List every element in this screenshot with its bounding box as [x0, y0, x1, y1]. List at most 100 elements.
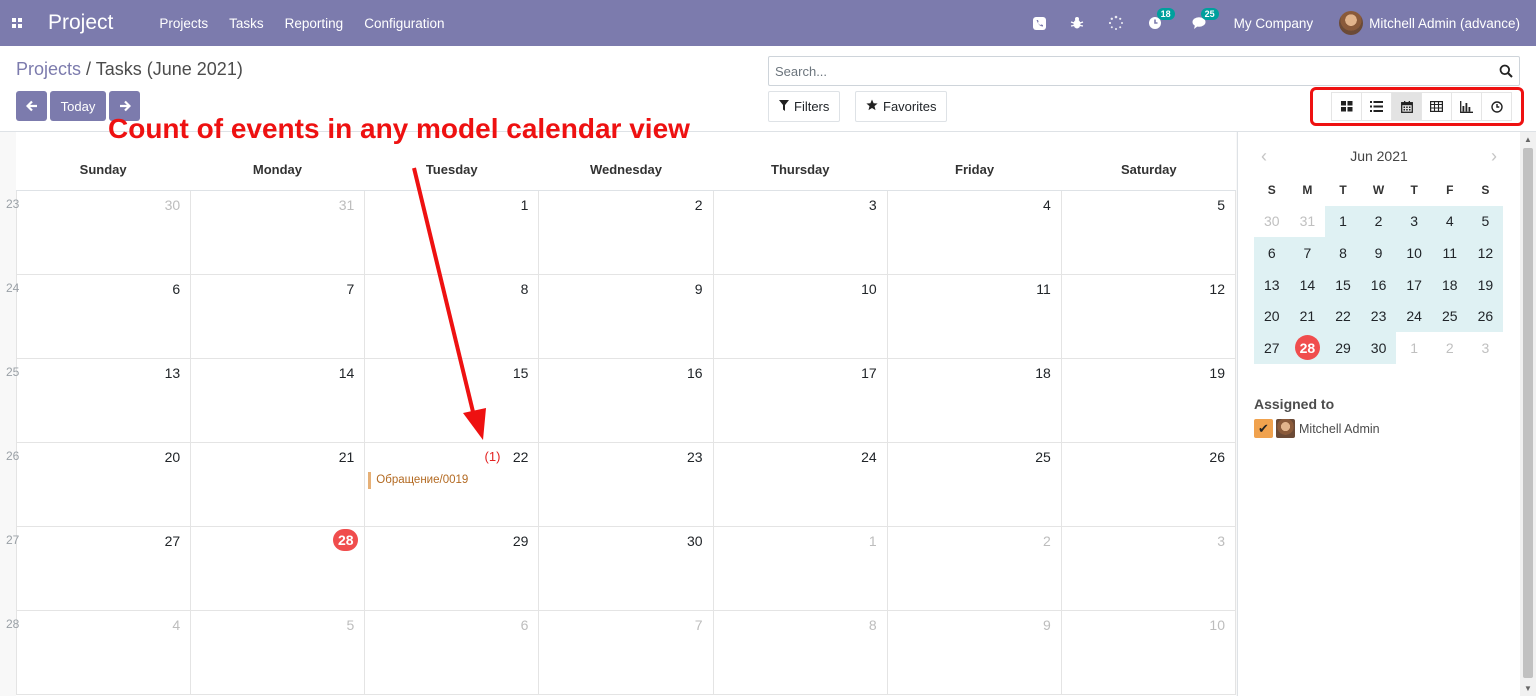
- calendar-event[interactable]: Обращение/0019: [368, 472, 468, 489]
- kanban-view-button[interactable]: [1331, 92, 1362, 121]
- mini-day[interactable]: 9: [1360, 237, 1397, 269]
- mini-day[interactable]: 19: [1467, 268, 1504, 301]
- mini-day[interactable]: 25: [1431, 300, 1468, 332]
- mini-day[interactable]: 16: [1360, 268, 1397, 301]
- mini-day[interactable]: 10: [1396, 237, 1432, 269]
- mini-day[interactable]: 14: [1289, 268, 1326, 301]
- calendar-day-cell[interactable]: 3: [714, 191, 888, 274]
- mini-day[interactable]: 2: [1360, 205, 1397, 238]
- mini-day[interactable]: 4: [1431, 205, 1468, 238]
- today-button[interactable]: Today: [50, 91, 106, 121]
- previous-button[interactable]: [16, 91, 47, 121]
- calendar-day-cell[interactable]: 5: [1062, 191, 1236, 274]
- mini-day[interactable]: 26: [1467, 300, 1504, 332]
- menu-projects[interactable]: Projects: [159, 16, 208, 31]
- calendar-day-cell[interactable]: 7: [191, 275, 366, 358]
- calendar-day-cell[interactable]: 7: [539, 611, 714, 694]
- mini-day[interactable]: 1: [1325, 205, 1361, 238]
- messages-icon[interactable]: 25: [1192, 8, 1219, 30]
- calendar-view-button[interactable]: [1391, 92, 1422, 121]
- calendar-day-cell[interactable]: 26 20: [6, 443, 192, 526]
- calendar-day-cell[interactable]: 10: [1062, 611, 1236, 694]
- pivot-view-button[interactable]: [1421, 92, 1452, 121]
- app-title[interactable]: Project: [48, 11, 113, 35]
- mini-next-icon[interactable]: ›: [1484, 146, 1504, 167]
- calendar-day-cell[interactable]: 29: [365, 527, 540, 610]
- calendar-day-cell[interactable]: 8: [714, 611, 888, 694]
- calendar-day-cell[interactable]: 12: [1062, 275, 1236, 358]
- calendar-day-cell[interactable]: 1: [714, 527, 888, 610]
- mini-day[interactable]: 13: [1254, 268, 1290, 301]
- calendar-day-cell[interactable]: 18: [888, 359, 1062, 442]
- mini-day[interactable]: 20: [1254, 300, 1290, 332]
- mini-day-today[interactable]: 28: [1289, 331, 1326, 364]
- filters-button[interactable]: Filters: [768, 91, 841, 122]
- calendar-day-cell[interactable]: 8: [365, 275, 540, 358]
- mini-day[interactable]: 17: [1396, 268, 1432, 301]
- mini-day[interactable]: 2: [1432, 332, 1468, 364]
- calendar-day-cell[interactable]: 5: [191, 611, 366, 694]
- calendar-day-cell[interactable]: 9: [539, 275, 714, 358]
- user-avatar[interactable]: [1339, 11, 1364, 35]
- calendar-day-cell[interactable]: 19: [1062, 359, 1236, 442]
- calendar-day-cell[interactable]: 31: [191, 191, 366, 274]
- calendar-day-cell[interactable]: 1: [365, 191, 540, 274]
- mini-day[interactable]: 11: [1431, 237, 1468, 269]
- mini-day[interactable]: 24: [1396, 300, 1432, 332]
- mini-day[interactable]: 3: [1468, 332, 1504, 364]
- mini-day[interactable]: 27: [1254, 331, 1290, 364]
- menu-configuration[interactable]: Configuration: [364, 16, 444, 31]
- calendar-day-cell[interactable]: 24: [714, 443, 888, 526]
- mini-day[interactable]: 22: [1325, 300, 1361, 332]
- mini-day[interactable]: 15: [1325, 268, 1361, 301]
- phone-icon[interactable]: [1032, 16, 1046, 30]
- calendar-day-cell[interactable]: 2: [539, 191, 714, 274]
- calendar-day-cell[interactable]: 25: [888, 443, 1062, 526]
- calendar-day-cell[interactable]: 11: [888, 275, 1062, 358]
- mini-day[interactable]: 23: [1360, 300, 1397, 332]
- calendar-day-cell[interactable]: 3: [1062, 527, 1236, 610]
- calendar-day-cell[interactable]: 22 (1) Обращение/0019: [365, 443, 540, 526]
- calendar-day-cell[interactable]: 23 30: [6, 191, 192, 274]
- mini-day[interactable]: 18: [1431, 268, 1468, 301]
- calendar-day-cell[interactable]: 30: [539, 527, 714, 610]
- calendar-day-cell[interactable]: 6: [365, 611, 540, 694]
- scroll-down-icon[interactable]: ▼: [1524, 684, 1532, 693]
- mini-day[interactable]: 5: [1467, 205, 1504, 238]
- mini-day[interactable]: 21: [1289, 300, 1326, 332]
- calendar-day-cell[interactable]: 23: [539, 443, 714, 526]
- user-menu[interactable]: Mitchell Admin (advance): [1369, 16, 1520, 31]
- mini-day[interactable]: 30: [1254, 206, 1290, 238]
- calendar-day-cell[interactable]: 10: [714, 275, 888, 358]
- menu-tasks[interactable]: Tasks: [229, 16, 264, 31]
- bug-icon[interactable]: [1070, 16, 1084, 30]
- activity-clock-icon[interactable]: 18: [1148, 8, 1175, 30]
- apps-menu-icon[interactable]: [0, 0, 34, 46]
- checkbox-checked-icon[interactable]: ✔: [1254, 419, 1273, 438]
- list-view-button[interactable]: [1361, 92, 1392, 121]
- calendar-day-cell[interactable]: 21: [191, 443, 366, 526]
- calendar-day-cell[interactable]: 27 27: [6, 527, 192, 610]
- calendar-day-cell[interactable]: 28: [191, 527, 366, 610]
- mini-day[interactable]: 3: [1396, 205, 1432, 238]
- calendar-day-cell[interactable]: 14: [191, 359, 366, 442]
- calendar-day-cell[interactable]: 15: [365, 359, 540, 442]
- calendar-day-cell[interactable]: 4: [888, 191, 1062, 274]
- menu-reporting[interactable]: Reporting: [285, 16, 344, 31]
- graph-view-button[interactable]: [1451, 92, 1482, 121]
- calendar-day-cell[interactable]: 24 6: [6, 275, 192, 358]
- calendar-day-cell[interactable]: 25 13: [6, 359, 192, 442]
- mini-day[interactable]: 7: [1289, 237, 1326, 269]
- breadcrumb-projects[interactable]: Projects: [16, 59, 81, 79]
- mini-day[interactable]: 8: [1325, 237, 1361, 269]
- scrollbar-thumb[interactable]: [1523, 148, 1533, 678]
- calendar-day-cell[interactable]: 28 4: [6, 611, 192, 694]
- calendar-day-cell[interactable]: 17: [714, 359, 888, 442]
- mini-day[interactable]: 30: [1360, 331, 1397, 364]
- calendar-day-cell[interactable]: 16: [539, 359, 714, 442]
- company-switcher[interactable]: My Company: [1234, 16, 1314, 31]
- mini-day[interactable]: 29: [1325, 331, 1361, 364]
- mini-day[interactable]: 1: [1396, 332, 1432, 364]
- mini-day[interactable]: 12: [1467, 237, 1504, 269]
- scrollbar[interactable]: ▲ ▼: [1520, 132, 1536, 696]
